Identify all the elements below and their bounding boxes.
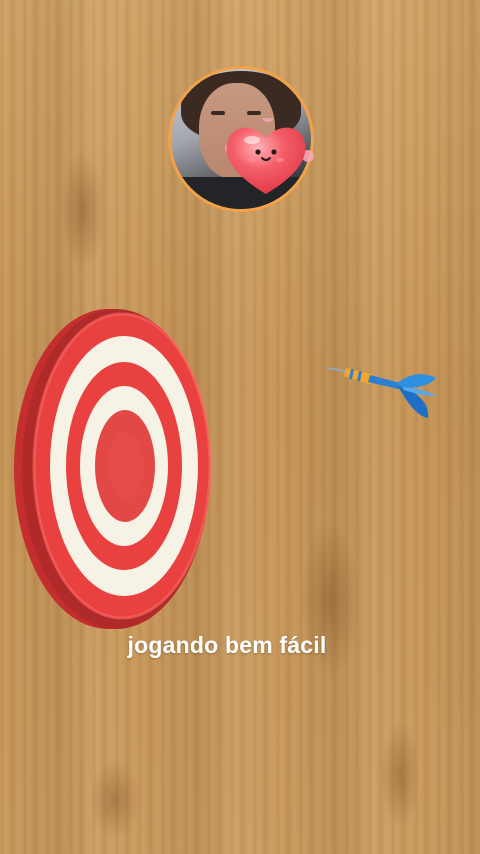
wood-knot: [90, 760, 140, 840]
heart-face-icon: [225, 118, 314, 194]
dart-icon[interactable]: [324, 356, 444, 426]
dartboard-icon[interactable]: [12, 306, 212, 632]
wood-knot: [60, 150, 106, 270]
wood-knot: [380, 720, 420, 830]
caption-text: jogando bem fácil: [127, 632, 327, 658]
avatar-eye-left: [211, 111, 225, 115]
avatar-eye-right: [247, 111, 261, 115]
